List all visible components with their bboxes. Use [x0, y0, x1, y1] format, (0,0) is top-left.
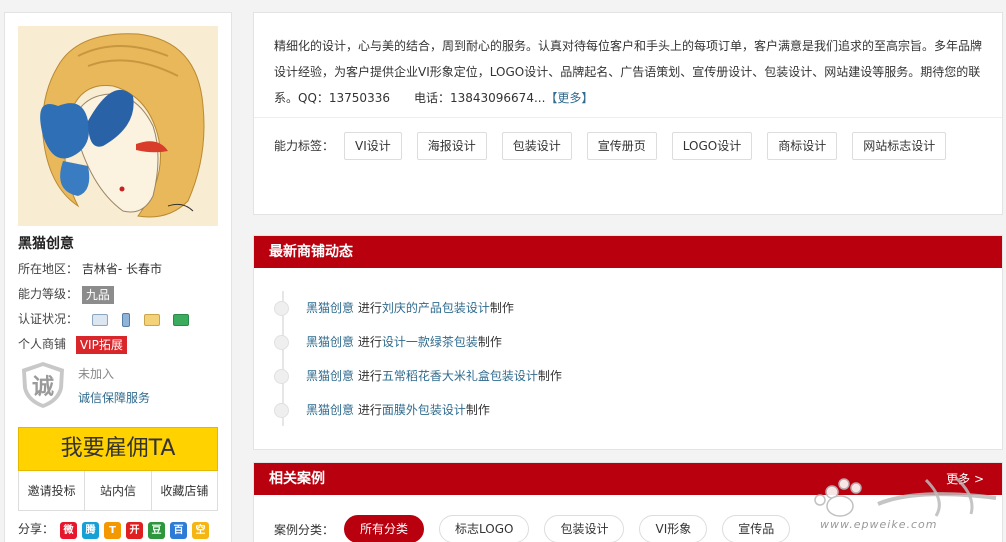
kaixin-icon[interactable]: 开 [126, 522, 143, 539]
tag-vi-design[interactable]: VI设计 [344, 132, 402, 160]
phone-icon[interactable] [121, 312, 130, 327]
divider [254, 117, 1002, 118]
activity-verb: 进行 [357, 403, 382, 417]
tag-packaging-design[interactable]: 包装设计 [501, 132, 572, 160]
shop-type-row: 个人商铺 VIP拓展 [18, 334, 127, 354]
bank-card-icon[interactable] [173, 313, 190, 326]
timeline-dot [274, 335, 289, 350]
baidu-icon[interactable]: 百 [170, 522, 187, 539]
filter-print[interactable]: 宣传品 [722, 515, 791, 542]
shop-actions: 邀请投标 站内信 收藏店铺 [18, 471, 218, 511]
filter-vi[interactable]: VI形象 [639, 515, 708, 542]
activity-suffix: 制作 [465, 403, 490, 417]
region-value: 吉林省- 长春市 [81, 262, 162, 276]
filter-logo[interactable]: 标志LOGO [439, 515, 530, 542]
timeline-dot [274, 369, 289, 384]
avatar[interactable] [18, 26, 218, 226]
email-icon[interactable] [143, 313, 160, 326]
activity-project[interactable]: 设计一款绿茶包装 [382, 335, 478, 349]
cert-label: 认证状况： [18, 312, 79, 326]
activity-user[interactable]: 黑猫创意 [306, 301, 354, 315]
share-icons: 微腾T开豆百空 [60, 522, 209, 539]
tag-trademark-design[interactable]: 商标设计 [767, 132, 838, 160]
trust-shield-icon: 诚 [22, 362, 64, 408]
hire-button[interactable]: 我要雇佣TA [18, 427, 218, 471]
qzone-icon[interactable]: 空 [192, 522, 209, 539]
activity-verb: 进行 [357, 369, 382, 383]
shop-sidebar: 黑猫创意 所在地区： 吉林省- 长春市 能力等级： 九品 认证状况： 个人商铺 … [4, 12, 232, 542]
tag-logo-design[interactable]: LOGO设计 [671, 132, 753, 160]
renren-icon[interactable]: T [104, 522, 121, 539]
trust-status: 未加入 [78, 367, 115, 381]
douban-icon[interactable]: 豆 [148, 522, 165, 539]
activity-panel: 最新商铺动态 黑猫创意 进行刘庆的产品包装设计制作 黑猫创意 进行设计一款绿茶包… [253, 235, 1003, 450]
region-row: 所在地区： 吉林省- 长春市 [18, 259, 162, 279]
tag-website-logo-design[interactable]: 网站标志设计 [852, 132, 947, 160]
trust-service-link[interactable]: 诚信保障服务 [78, 389, 150, 406]
activity-user[interactable]: 黑猫创意 [306, 335, 354, 349]
shield-char: 诚 [32, 375, 54, 400]
description-text: 精细化的设计，心与美的结合，周到耐心的服务。认真对待每位客户和手头上的每项订单，… [274, 39, 983, 105]
activity-title: 最新商铺动态 [254, 236, 1002, 268]
activity-suffix: 制作 [537, 369, 562, 383]
tag-poster-design[interactable]: 海报设计 [416, 132, 487, 160]
ability-tags: VI设计 海报设计 包装设计 宣传册页 LOGO设计 商标设计 网站标志设计 [344, 132, 947, 160]
more-link[interactable]: 【更多】 [545, 91, 593, 105]
activity-project[interactable]: 刘庆的产品包装设计 [382, 301, 490, 315]
invite-bid-button[interactable]: 邀请投标 [19, 471, 86, 510]
case-filter-label: 案例分类： [274, 523, 335, 537]
activity-user[interactable]: 黑猫创意 [306, 403, 354, 417]
share-label: 分享： [18, 522, 55, 536]
level-badge: 九品 [81, 285, 114, 304]
vip-badge[interactable]: VIP拓展 [75, 335, 127, 354]
filter-all[interactable]: 所有分类 [344, 515, 425, 542]
case-filters: 所有分类 标志LOGO 包装设计 VI形象 宣传品 [344, 515, 791, 542]
activity-project[interactable]: 五常稻花香大米礼盒包装设计 [382, 369, 538, 383]
activity-user[interactable]: 黑猫创意 [306, 369, 354, 383]
tencent-weibo-icon[interactable]: 腾 [82, 522, 99, 539]
filter-packaging[interactable]: 包装设计 [544, 515, 625, 542]
description-panel: 精细化的设计，心与美的结合，周到耐心的服务。认真对待每位客户和手头上的每项订单，… [253, 12, 1003, 215]
shop-type-label: 个人商铺 [18, 337, 67, 351]
cert-row: 认证状况： [18, 309, 190, 329]
level-label: 能力等级： [18, 287, 79, 301]
shop-name: 黑猫创意 [18, 236, 74, 252]
tag-brochure[interactable]: 宣传册页 [586, 132, 657, 160]
region-label: 所在地区： [18, 262, 79, 276]
shop-description: 精细化的设计，心与美的结合，周到耐心的服务。认真对待每位客户和手头上的每项订单，… [274, 33, 989, 111]
activity-project[interactable]: 面膜外包装设计 [382, 403, 466, 417]
timeline-dot [274, 301, 289, 316]
weibo-icon[interactable]: 微 [60, 522, 77, 539]
activity-suffix: 制作 [477, 335, 502, 349]
message-button[interactable]: 站内信 [85, 471, 152, 510]
activity-verb: 进行 [357, 301, 382, 315]
favorite-shop-button[interactable]: 收藏店铺 [152, 471, 217, 510]
avatar-illustration [18, 26, 218, 226]
activity-verb: 进行 [357, 335, 382, 349]
id-card-icon[interactable] [91, 313, 108, 326]
watermark-url: www.epweike.com [820, 518, 938, 531]
level-row: 能力等级： 九品 [18, 284, 114, 304]
timeline-dot [274, 403, 289, 418]
activity-suffix: 制作 [489, 301, 514, 315]
tags-label: 能力标签： [274, 139, 335, 153]
